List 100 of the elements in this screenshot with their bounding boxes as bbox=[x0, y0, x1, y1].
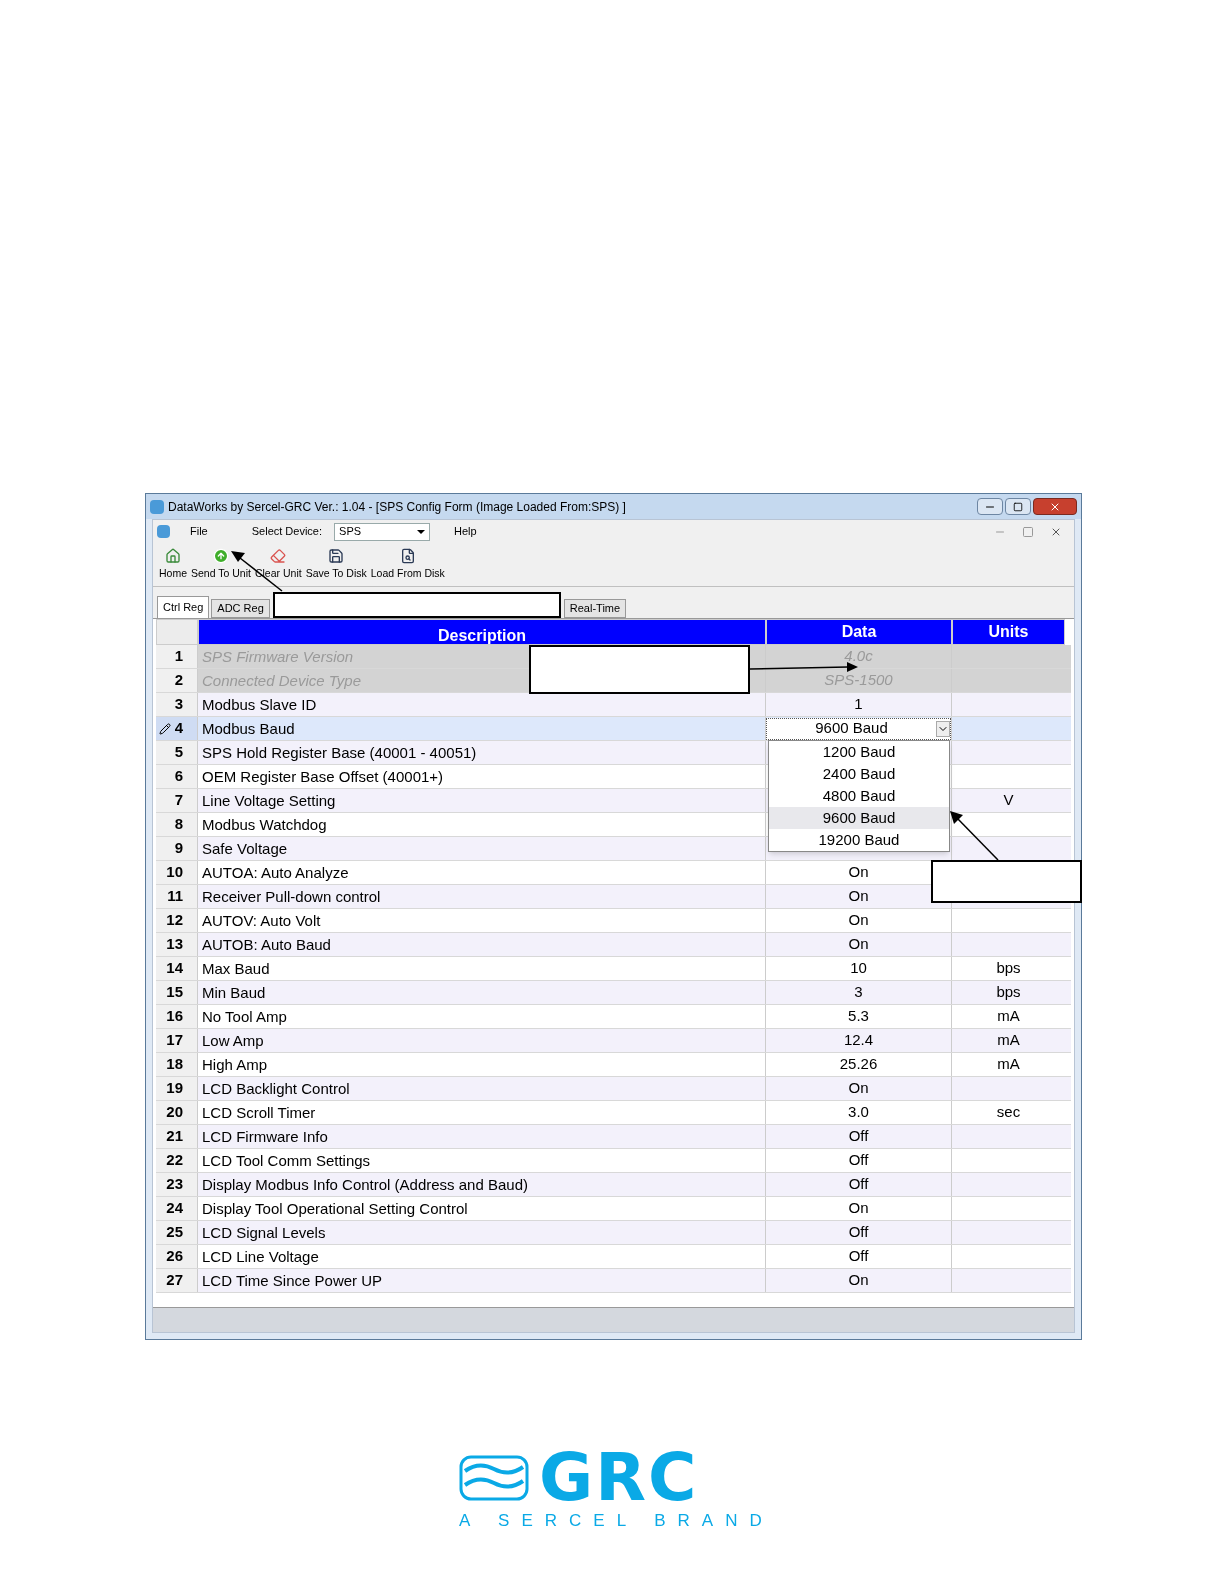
dropdown-option[interactable]: 9600 Baud bbox=[769, 807, 949, 829]
column-header[interactable]: Units bbox=[952, 619, 1065, 645]
row-number[interactable]: 10 bbox=[156, 861, 198, 884]
table-cell: Modbus Watchdog bbox=[198, 813, 766, 836]
row-number[interactable]: 8 bbox=[156, 813, 198, 836]
table-cell-text: mA bbox=[997, 1006, 1020, 1027]
row-number[interactable]: 26 bbox=[156, 1245, 198, 1268]
table-cell: LCD Line Voltage bbox=[198, 1245, 766, 1268]
table-cell-text: 3.0 bbox=[848, 1102, 869, 1123]
table-cell-text: Off bbox=[848, 1174, 869, 1195]
file-search-icon bbox=[399, 548, 416, 565]
table-cell: Max Baud bbox=[198, 957, 766, 980]
pencil-icon bbox=[158, 722, 171, 735]
home-icon bbox=[165, 548, 181, 565]
dropdown-option[interactable]: 4800 Baud bbox=[769, 785, 949, 807]
column-header[interactable]: Description bbox=[198, 619, 766, 645]
row-number[interactable]: 27 bbox=[156, 1269, 198, 1292]
row-number[interactable]: 18 bbox=[156, 1053, 198, 1076]
restore-icon[interactable] bbox=[1022, 525, 1034, 538]
dropdown-option[interactable]: 1200 Baud bbox=[769, 741, 949, 763]
row-number[interactable]: 3 bbox=[156, 693, 198, 716]
table-cell: Min Baud bbox=[198, 981, 766, 1004]
row-number[interactable]: 20 bbox=[156, 1101, 198, 1124]
table-cell-text: Off bbox=[848, 1246, 869, 1267]
table-cell-text: 25.26 bbox=[839, 1054, 878, 1075]
table-cell-text: Off bbox=[848, 1222, 869, 1243]
file-menu[interactable]: File bbox=[182, 523, 216, 540]
dropdown-option[interactable]: 2400 Baud bbox=[769, 763, 949, 785]
toolbar-button[interactable]: Home bbox=[157, 548, 189, 582]
row-number[interactable]: 4 bbox=[156, 717, 198, 740]
waves-logo-icon bbox=[459, 1455, 529, 1501]
table-cell: LCD Time Since Power UP bbox=[198, 1269, 766, 1292]
table-cell: Line Voltage Setting bbox=[198, 789, 766, 812]
row-number[interactable]: 14 bbox=[156, 957, 198, 980]
tab[interactable]: Ctrl Reg bbox=[157, 596, 210, 618]
table-cell-text: On bbox=[848, 1078, 869, 1099]
row-number[interactable]: 21 bbox=[156, 1125, 198, 1148]
row-number[interactable]: 7 bbox=[156, 789, 198, 812]
row-number[interactable]: 22 bbox=[156, 1149, 198, 1172]
close-button[interactable] bbox=[1033, 498, 1077, 515]
minimize-button[interactable] bbox=[977, 498, 1003, 515]
corner-header bbox=[156, 619, 198, 645]
table-cell: AUTOB: Auto Baud bbox=[198, 933, 766, 956]
help-menu[interactable]: Help bbox=[454, 523, 477, 540]
window-title: DataWorks by Sercel-GRC Ver.: 1.04 - [SPS Config Form (Image Loaded From:SPS) ] bbox=[168, 498, 626, 516]
table-cell-text: 5.3 bbox=[848, 1006, 869, 1027]
table-cell-text: SPS-1500 bbox=[824, 670, 893, 691]
device-select[interactable]: SPS bbox=[334, 522, 431, 541]
table-cell-text: Off bbox=[848, 1126, 869, 1147]
maximize-button[interactable] bbox=[1005, 498, 1031, 515]
row-number[interactable]: 17 bbox=[156, 1029, 198, 1052]
toolbar-button[interactable]: Load From Disk bbox=[368, 548, 447, 582]
app-icon bbox=[150, 499, 164, 514]
table-cell-text: 4.0c bbox=[844, 646, 873, 667]
dropdown-option[interactable]: 19200 Baud bbox=[769, 829, 949, 851]
table-cell: Low Amp bbox=[198, 1029, 766, 1052]
table-cell-text: mA bbox=[997, 1030, 1020, 1051]
table-cell-text: V bbox=[1003, 790, 1014, 811]
logo-wordmark: GRC bbox=[539, 1452, 699, 1504]
device-label: Select Device: bbox=[251, 524, 323, 540]
maximize-icon bbox=[1013, 501, 1023, 512]
table-cell-text: On bbox=[848, 862, 869, 883]
arrow bbox=[950, 811, 999, 861]
row-number[interactable]: 24 bbox=[156, 1197, 198, 1220]
column-header[interactable]: Data bbox=[766, 619, 952, 645]
table-cell: LCD Signal Levels bbox=[198, 1221, 766, 1244]
table-cell-text: Off bbox=[848, 1150, 869, 1171]
row-number[interactable]: 23 bbox=[156, 1173, 198, 1196]
row-number[interactable]: 25 bbox=[156, 1221, 198, 1244]
row-number[interactable]: 19 bbox=[156, 1077, 198, 1100]
row-number[interactable]: 6 bbox=[156, 765, 198, 788]
table-cell: No Tool Amp bbox=[198, 1005, 766, 1028]
table-cell-text: On bbox=[848, 1198, 869, 1219]
up-arrow-circle-icon bbox=[213, 548, 229, 565]
table-cell-text: bps bbox=[996, 982, 1021, 1003]
table-cell: LCD Firmware Info bbox=[198, 1125, 766, 1148]
table-cell-text: sec bbox=[996, 1102, 1021, 1123]
table-cell-text: bps bbox=[996, 958, 1021, 979]
row-number[interactable]: 15 bbox=[156, 981, 198, 1004]
table-cell: SPS Hold Register Base (40001 - 40051) bbox=[198, 741, 766, 764]
table-cell-text: On bbox=[848, 934, 869, 955]
app-menu-icon[interactable] bbox=[157, 525, 170, 538]
row-number[interactable]: 5 bbox=[156, 741, 198, 764]
row-number[interactable]: 11 bbox=[156, 885, 198, 908]
tab[interactable]: ADC Reg bbox=[211, 599, 270, 618]
row-number[interactable]: 16 bbox=[156, 1005, 198, 1028]
row-number[interactable]: 9 bbox=[156, 837, 198, 860]
table-cell: AUTOV: Auto Volt bbox=[198, 909, 766, 932]
table-cell-text: On bbox=[848, 910, 869, 931]
row-number[interactable]: 13 bbox=[156, 933, 198, 956]
tab[interactable]: Real-Time bbox=[563, 599, 627, 618]
table-cell: AUTOA: Auto Analyze bbox=[198, 861, 766, 884]
baud-select[interactable]: 9600 Baud bbox=[766, 717, 951, 740]
table-cell: LCD Backlight Control bbox=[198, 1077, 766, 1100]
table-cell-text: On bbox=[848, 886, 869, 907]
table-cell: Receiver Pull-down control bbox=[198, 885, 766, 908]
toolbar-button[interactable]: Save To Disk bbox=[303, 548, 369, 582]
eraser-icon bbox=[270, 548, 287, 565]
table-cell-text: 10 bbox=[850, 958, 867, 979]
row-number[interactable]: 12 bbox=[156, 909, 198, 932]
